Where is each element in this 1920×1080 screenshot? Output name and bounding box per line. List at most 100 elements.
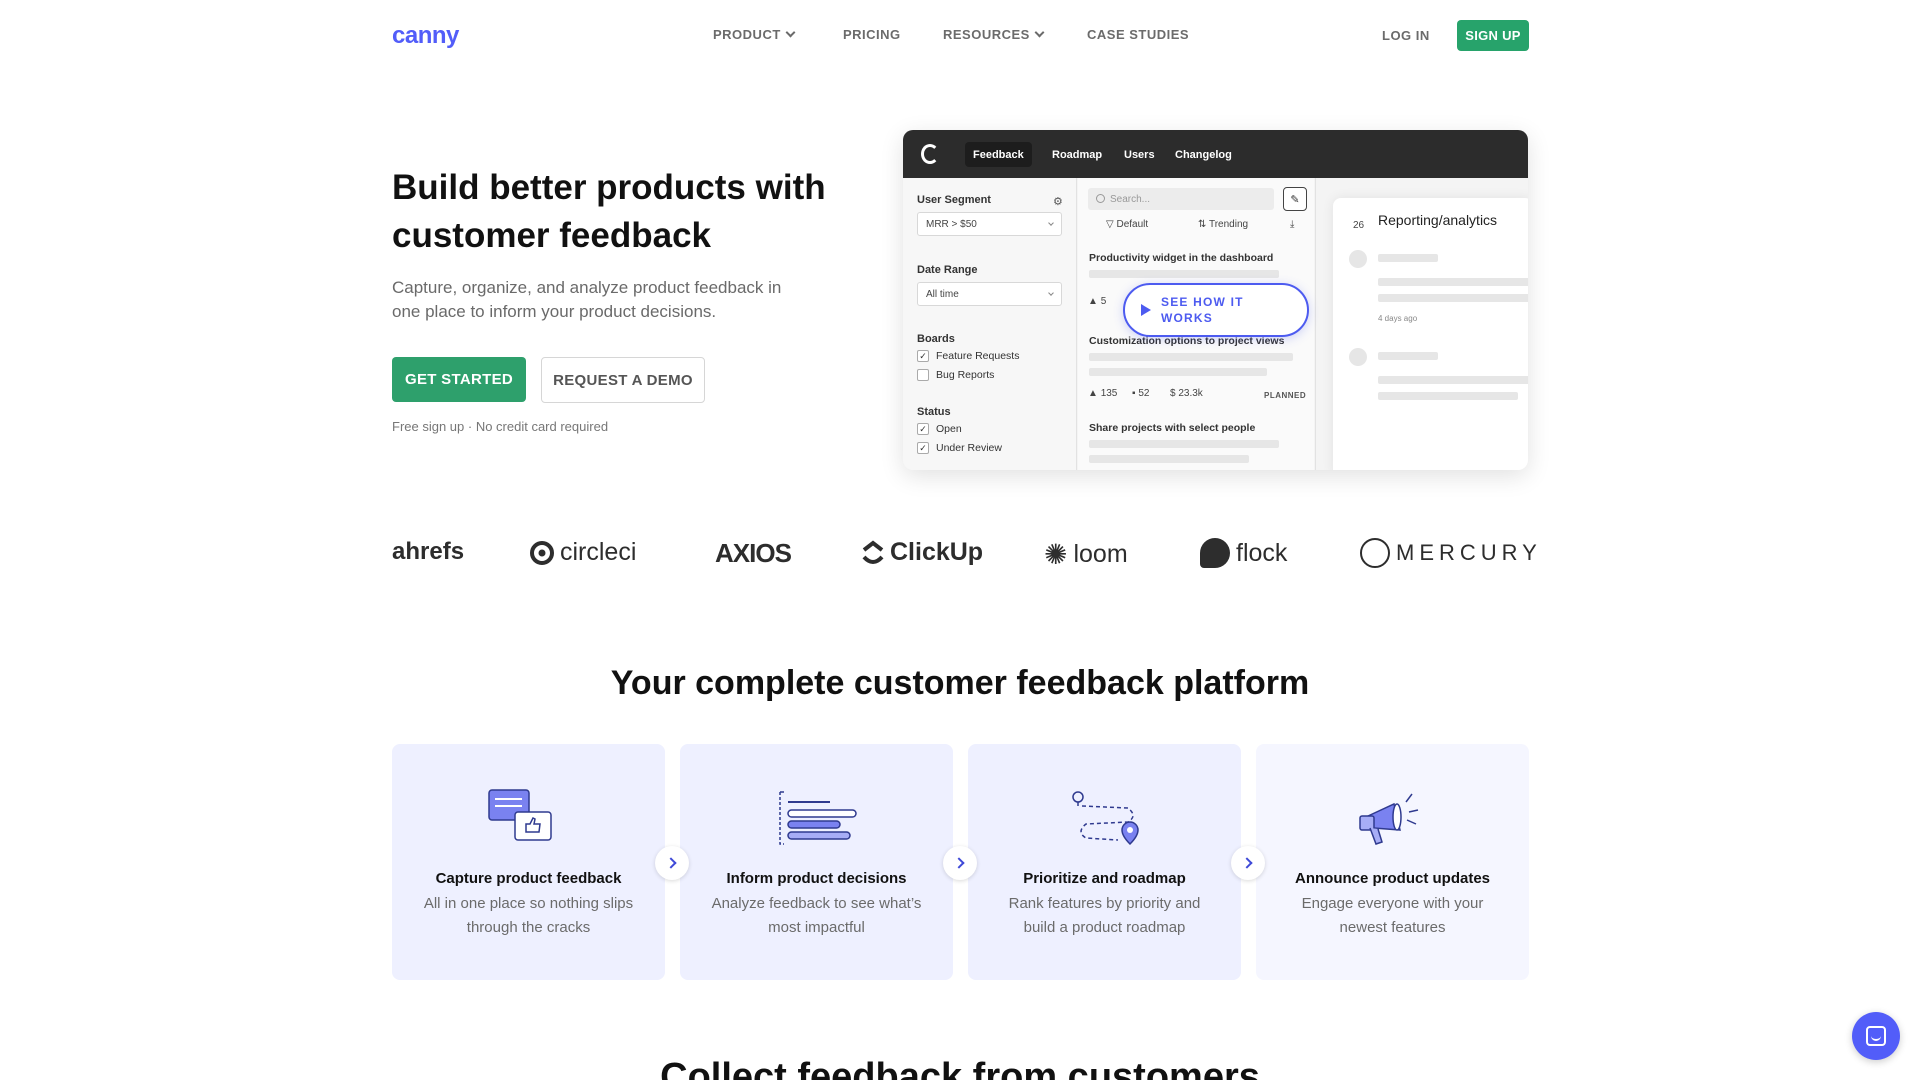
nav-product-label: PRODUCT — [713, 27, 781, 42]
post-title: Productivity widget in the dashboard — [1089, 252, 1274, 264]
feature-card-inform[interactable]: Inform product decisions Analyze feedbac… — [680, 744, 953, 980]
next-step-arrow[interactable] — [1231, 846, 1265, 880]
placeholder-bar — [1378, 294, 1528, 302]
filter-icon: ▽ — [1106, 219, 1117, 230]
detail-title: Reporting/analytics — [1378, 212, 1498, 228]
hero-subtitle: Capture, organize, and analyze product f… — [392, 278, 782, 321]
roadmap-path-icon — [1072, 791, 1139, 846]
mercury-logo: MERCURY — [1360, 538, 1542, 568]
post-votes-value: 5 — [1100, 296, 1107, 307]
card-description: Engage everyone with your newest feature… — [1301, 895, 1484, 936]
checkbox-checked-icon: ✓ — [917, 423, 929, 435]
login-link[interactable]: LOG IN — [1382, 28, 1430, 43]
chevron-down-icon — [785, 27, 796, 38]
boards-label: Boards — [917, 333, 955, 345]
board-feature-requests: ✓ Feature Requests — [917, 350, 1019, 362]
ahrefs-logo: ahrefs — [392, 538, 465, 565]
placeholder-bar — [1378, 254, 1438, 262]
chevron-right-icon — [664, 857, 677, 869]
card-title: Announce product updates — [1295, 870, 1490, 887]
placeholder-bar — [1378, 278, 1528, 286]
nav-product[interactable]: PRODUCT — [713, 27, 796, 42]
segment-value: MRR > $50 — [926, 218, 977, 230]
feature-card-prioritize[interactable]: Prioritize and roadmap Rank features by … — [968, 744, 1241, 980]
next-section-title: Collect feedback from customers — [660, 1056, 1260, 1080]
mock-tab-roadmap: Roadmap — [1052, 148, 1103, 161]
filter-default-label: Default — [1116, 219, 1149, 230]
mock-search: Search... — [1088, 188, 1274, 210]
nav-case-studies[interactable]: CASE STUDIES — [1087, 27, 1189, 42]
post-mrr: $ 23.3k — [1170, 388, 1203, 399]
comment-count-value: 52 — [1138, 388, 1150, 399]
detail-time: 4 days ago — [1378, 314, 1418, 323]
nav-pricing-label: PRICING — [843, 27, 901, 42]
date-range-select: All time — [917, 282, 1062, 306]
top-nav: canny PRODUCT PRICING RESOURCES CASE STU… — [0, 0, 1920, 70]
flock-text: flock — [1236, 538, 1288, 567]
download-icon: ⤓ — [1290, 219, 1295, 230]
chat-launcher-button[interactable] — [1852, 1012, 1900, 1060]
status-label: Status — [917, 406, 951, 418]
feature-card-capture[interactable]: Capture product feedback All in one plac… — [392, 744, 665, 980]
chat-bubbles-icon — [488, 789, 552, 841]
status-option-label: Under Review — [936, 442, 1002, 454]
mock-tab-changelog: Changelog — [1175, 148, 1232, 161]
mock-tab-feedback: Feedback — [965, 142, 1032, 167]
mercury-mark-icon — [1360, 538, 1390, 568]
checkbox-checked-icon: ✓ — [917, 442, 929, 454]
next-step-arrow[interactable] — [943, 846, 977, 880]
post-title: Share projects with select people — [1089, 422, 1256, 434]
date-range-value: All time — [926, 288, 959, 300]
signup-button[interactable]: SIGN UP — [1457, 20, 1529, 51]
analysis-bars-icon — [779, 791, 857, 845]
nav-resources[interactable]: RESOURCES — [943, 27, 1045, 42]
nav-pricing[interactable]: PRICING — [843, 27, 901, 42]
chevron-right-icon — [1240, 857, 1253, 869]
placeholder-bar — [1378, 352, 1438, 360]
placeholder-bar — [1378, 392, 1518, 400]
chevron-down-icon — [1048, 290, 1054, 296]
board-bug-reports: Bug Reports — [917, 369, 994, 381]
post-vote-count: ▲ 135 — [1088, 388, 1117, 399]
megaphone-icon — [1359, 793, 1419, 845]
next-step-arrow[interactable] — [655, 846, 689, 880]
customer-logos: ahrefs circleci AXIOS ClickUp ✺ loom flo… — [392, 538, 1537, 574]
circleci-text: circleci — [560, 538, 637, 566]
flock-logo: flock — [1200, 538, 1287, 568]
post-comment-count: ▪ 52 — [1132, 388, 1149, 399]
placeholder-bar — [1089, 270, 1279, 278]
avatar-placeholder — [1349, 250, 1367, 268]
avatar-placeholder — [1349, 348, 1367, 366]
checkbox-checked-icon: ✓ — [917, 350, 929, 362]
circleci-logo: circleci — [530, 538, 636, 567]
platform-title: Your complete customer feedback platform — [610, 664, 1310, 702]
get-started-button[interactable]: GET STARTED — [392, 357, 526, 402]
upvote-icon: ▲ — [1088, 388, 1101, 399]
mock-post-detail: 26 Reporting/analytics 4 days ago — [1333, 198, 1528, 470]
board-label: Feature Requests — [936, 350, 1020, 362]
checkbox-empty-icon — [917, 369, 929, 381]
filter-trending: ⇅ Trending — [1198, 219, 1248, 230]
placeholder-bar — [1089, 440, 1279, 448]
mock-topbar: Feedback Roadmap Users Changelog — [903, 130, 1528, 178]
mock-divider — [1315, 178, 1316, 470]
clickup-logo: ClickUp — [862, 538, 983, 567]
clickup-text: ClickUp — [890, 538, 984, 566]
see-how-it-works-button[interactable]: SEE HOW IT WORKS — [1123, 283, 1309, 337]
segment-select: MRR > $50 — [917, 212, 1062, 236]
feature-card-announce[interactable]: Announce product updates Engage everyone… — [1256, 744, 1529, 980]
mock-sidebar: User Segment ⚙ MRR > $50 Date Range All … — [903, 178, 1077, 470]
loom-logo: ✺ loom — [1044, 538, 1128, 571]
upvote-icon: ▲ — [1088, 296, 1101, 307]
vote-count-value: 135 — [1100, 388, 1118, 399]
canny-logo[interactable]: canny — [392, 22, 459, 50]
play-icon — [1141, 304, 1151, 316]
see-how-it-works-label: SEE HOW IT WORKS — [1161, 295, 1244, 325]
placeholder-bar — [1089, 455, 1249, 463]
mock-tab-users: Users — [1124, 148, 1155, 161]
date-range-label: Date Range — [917, 264, 978, 276]
nav-case-studies-label: CASE STUDIES — [1087, 27, 1190, 42]
hero-title: Build better products with customer feed… — [392, 168, 826, 255]
planned-badge: PLANNED — [1264, 391, 1307, 400]
request-demo-button[interactable]: REQUEST A DEMO — [541, 357, 705, 403]
